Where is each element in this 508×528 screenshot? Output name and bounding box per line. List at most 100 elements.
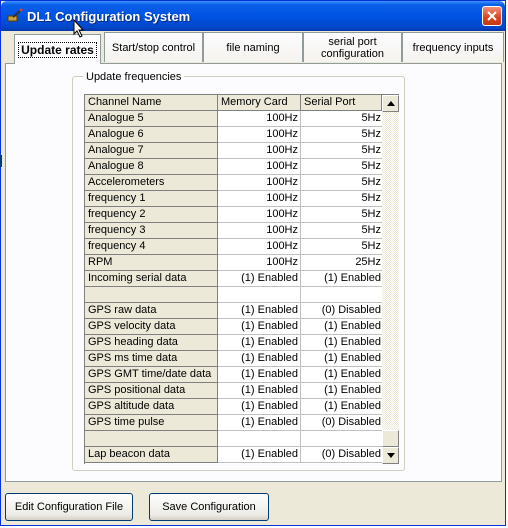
serial-port-cell[interactable]: 25Hz xyxy=(301,255,382,271)
serial-port-cell[interactable]: 5Hz xyxy=(301,207,382,223)
memory-card-cell[interactable]: 100Hz xyxy=(218,111,301,127)
serial-port-cell[interactable]: 5Hz xyxy=(301,143,382,159)
table-row[interactable]: Accelerometers 100Hz 5Hz xyxy=(85,175,382,191)
table-row[interactable] xyxy=(85,287,382,303)
scroll-down-icon xyxy=(387,453,395,458)
table-row[interactable]: GPS time pulse (1) Enabled (0) Disabled xyxy=(85,415,382,431)
memory-card-cell[interactable]: (1) Enabled xyxy=(218,383,301,399)
serial-port-cell[interactable]: (1) Enabled xyxy=(301,367,382,383)
serial-port-cell[interactable] xyxy=(301,431,382,447)
memory-card-cell[interactable]: (1) Enabled xyxy=(218,367,301,383)
mouse-cursor-icon xyxy=(73,19,85,38)
memory-card-cell[interactable]: 100Hz xyxy=(218,223,301,239)
update-rates-grid[interactable]: Channel Name Memory Card Serial Port Ana… xyxy=(84,94,399,464)
tab-start-stop-control[interactable]: Start/stop control xyxy=(104,32,203,62)
memory-card-cell[interactable]: 100Hz xyxy=(218,207,301,223)
serial-port-cell[interactable]: 5Hz xyxy=(301,223,382,239)
tab-file-naming[interactable]: file naming xyxy=(203,32,303,62)
scroll-track[interactable] xyxy=(382,112,399,430)
column-header-memory-card[interactable]: Memory Card xyxy=(218,95,301,111)
scroll-up-button[interactable] xyxy=(382,95,399,112)
table-row[interactable]: Analogue 5 100Hz 5Hz xyxy=(85,111,382,127)
serial-port-cell[interactable]: 5Hz xyxy=(301,191,382,207)
tab-label: serial port configuration xyxy=(321,35,384,60)
serial-port-cell[interactable]: (1) Enabled xyxy=(301,351,382,367)
memory-card-cell[interactable]: 100Hz xyxy=(218,239,301,255)
serial-port-cell[interactable]: 5Hz xyxy=(301,127,382,143)
table-row[interactable]: frequency 1 100Hz 5Hz xyxy=(85,191,382,207)
table-row[interactable]: frequency 3 100Hz 5Hz xyxy=(85,223,382,239)
scroll-down-button[interactable] xyxy=(382,447,399,464)
serial-port-cell[interactable]: (1) Enabled xyxy=(301,319,382,335)
channel-name-cell: GPS velocity data xyxy=(85,319,218,335)
channel-name-cell: GPS ms time data xyxy=(85,351,218,367)
tab-update-rates[interactable]: Update rates xyxy=(14,34,101,64)
serial-port-cell[interactable]: (0) Disabled xyxy=(301,303,382,319)
serial-port-cell[interactable]: (0) Disabled xyxy=(301,447,382,463)
table-row[interactable]: Analogue 8 100Hz 5Hz xyxy=(85,159,382,175)
serial-port-cell[interactable]: (1) Enabled xyxy=(301,383,382,399)
memory-card-cell[interactable]: (1) Enabled xyxy=(218,335,301,351)
memory-card-cell[interactable]: (1) Enabled xyxy=(218,271,301,287)
serial-port-cell[interactable] xyxy=(301,287,382,303)
serial-port-cell[interactable]: 5Hz xyxy=(301,159,382,175)
tab-frequency-inputs[interactable]: frequency inputs xyxy=(402,32,504,62)
memory-card-cell[interactable]: (1) Enabled xyxy=(218,415,301,431)
table-row[interactable]: GPS ms time data (1) Enabled (1) Enabled xyxy=(85,351,382,367)
memory-card-cell[interactable]: (1) Enabled xyxy=(218,447,301,463)
column-header-channel-name[interactable]: Channel Name xyxy=(85,95,218,111)
channel-name-cell: GPS GMT time/date data xyxy=(85,367,218,383)
memory-card-cell[interactable]: (1) Enabled xyxy=(218,303,301,319)
serial-port-cell[interactable]: 5Hz xyxy=(301,111,382,127)
table-row[interactable]: frequency 4 100Hz 5Hz xyxy=(85,239,382,255)
memory-card-cell[interactable]: (1) Enabled xyxy=(218,319,301,335)
tab-serial-port-configuration[interactable]: serial port configuration xyxy=(303,32,402,62)
tab-label: frequency inputs xyxy=(412,41,494,54)
close-button[interactable] xyxy=(482,6,502,26)
channel-name-cell: Analogue 6 xyxy=(85,127,218,143)
table-row[interactable]: GPS positional data (1) Enabled (1) Enable… xyxy=(85,383,382,399)
memory-card-cell[interactable]: 100Hz xyxy=(218,175,301,191)
channel-name-cell: GPS heading data xyxy=(85,335,218,351)
memory-card-cell[interactable] xyxy=(218,431,301,447)
scroll-thumb[interactable] xyxy=(382,430,399,447)
save-configuration-button[interactable]: Save Configuration xyxy=(149,493,269,521)
memory-card-cell[interactable]: 100Hz xyxy=(218,127,301,143)
table-row[interactable]: Analogue 7 100Hz 5Hz xyxy=(85,143,382,159)
column-header-serial-port[interactable]: Serial Port xyxy=(301,95,382,111)
channel-name-cell: Incoming serial data xyxy=(85,271,218,287)
table-row[interactable]: GPS GMT time/date data (1) Enabled (1) Ena… xyxy=(85,367,382,383)
channel-name-cell: frequency 3 xyxy=(85,223,218,239)
table-row[interactable]: GPS heading data (1) Enabled (1) Enabled xyxy=(85,335,382,351)
channel-name-cell: frequency 2 xyxy=(85,207,218,223)
serial-port-cell[interactable]: (1) Enabled xyxy=(301,335,382,351)
edit-configuration-file-button[interactable]: Edit Configuration File xyxy=(5,493,133,521)
serial-port-cell[interactable]: (1) Enabled xyxy=(301,271,382,287)
memory-card-cell[interactable] xyxy=(218,287,301,303)
table-row[interactable]: GPS raw data (1) Enabled (0) Disabled xyxy=(85,303,382,319)
channel-name-cell: GPS positional data xyxy=(85,383,218,399)
table-row[interactable]: Incoming serial data (1) Enabled (1) Enabl… xyxy=(85,271,382,287)
vertical-scrollbar[interactable] xyxy=(382,95,399,464)
table-row[interactable]: frequency 2 100Hz 5Hz xyxy=(85,207,382,223)
channel-name-cell: GPS altitude data xyxy=(85,399,218,415)
serial-port-cell[interactable]: 5Hz xyxy=(301,239,382,255)
tab-label: Start/stop control xyxy=(111,41,196,54)
scroll-up-icon xyxy=(387,101,395,106)
memory-card-cell[interactable]: 100Hz xyxy=(218,191,301,207)
memory-card-cell[interactable]: 100Hz xyxy=(218,255,301,271)
tab-label: file naming xyxy=(226,41,280,54)
table-row[interactable] xyxy=(85,431,382,447)
table-row[interactable]: RPM 100Hz 25Hz xyxy=(85,255,382,271)
memory-card-cell[interactable]: (1) Enabled xyxy=(218,399,301,415)
serial-port-cell[interactable]: 5Hz xyxy=(301,175,382,191)
memory-card-cell[interactable]: 100Hz xyxy=(218,143,301,159)
table-row[interactable]: Analogue 6 100Hz 5Hz xyxy=(85,127,382,143)
serial-port-cell[interactable]: (0) Disabled xyxy=(301,415,382,431)
memory-card-cell[interactable]: 100Hz xyxy=(218,159,301,175)
table-row[interactable]: Lap beacon data (1) Enabled (0) Disabled xyxy=(85,447,382,463)
table-row[interactable]: GPS altitude data (1) Enabled (1) Enabled xyxy=(85,399,382,415)
memory-card-cell[interactable]: (1) Enabled xyxy=(218,351,301,367)
table-row[interactable]: GPS velocity data (1) Enabled (1) Enabled xyxy=(85,319,382,335)
serial-port-cell[interactable]: (1) Enabled xyxy=(301,399,382,415)
